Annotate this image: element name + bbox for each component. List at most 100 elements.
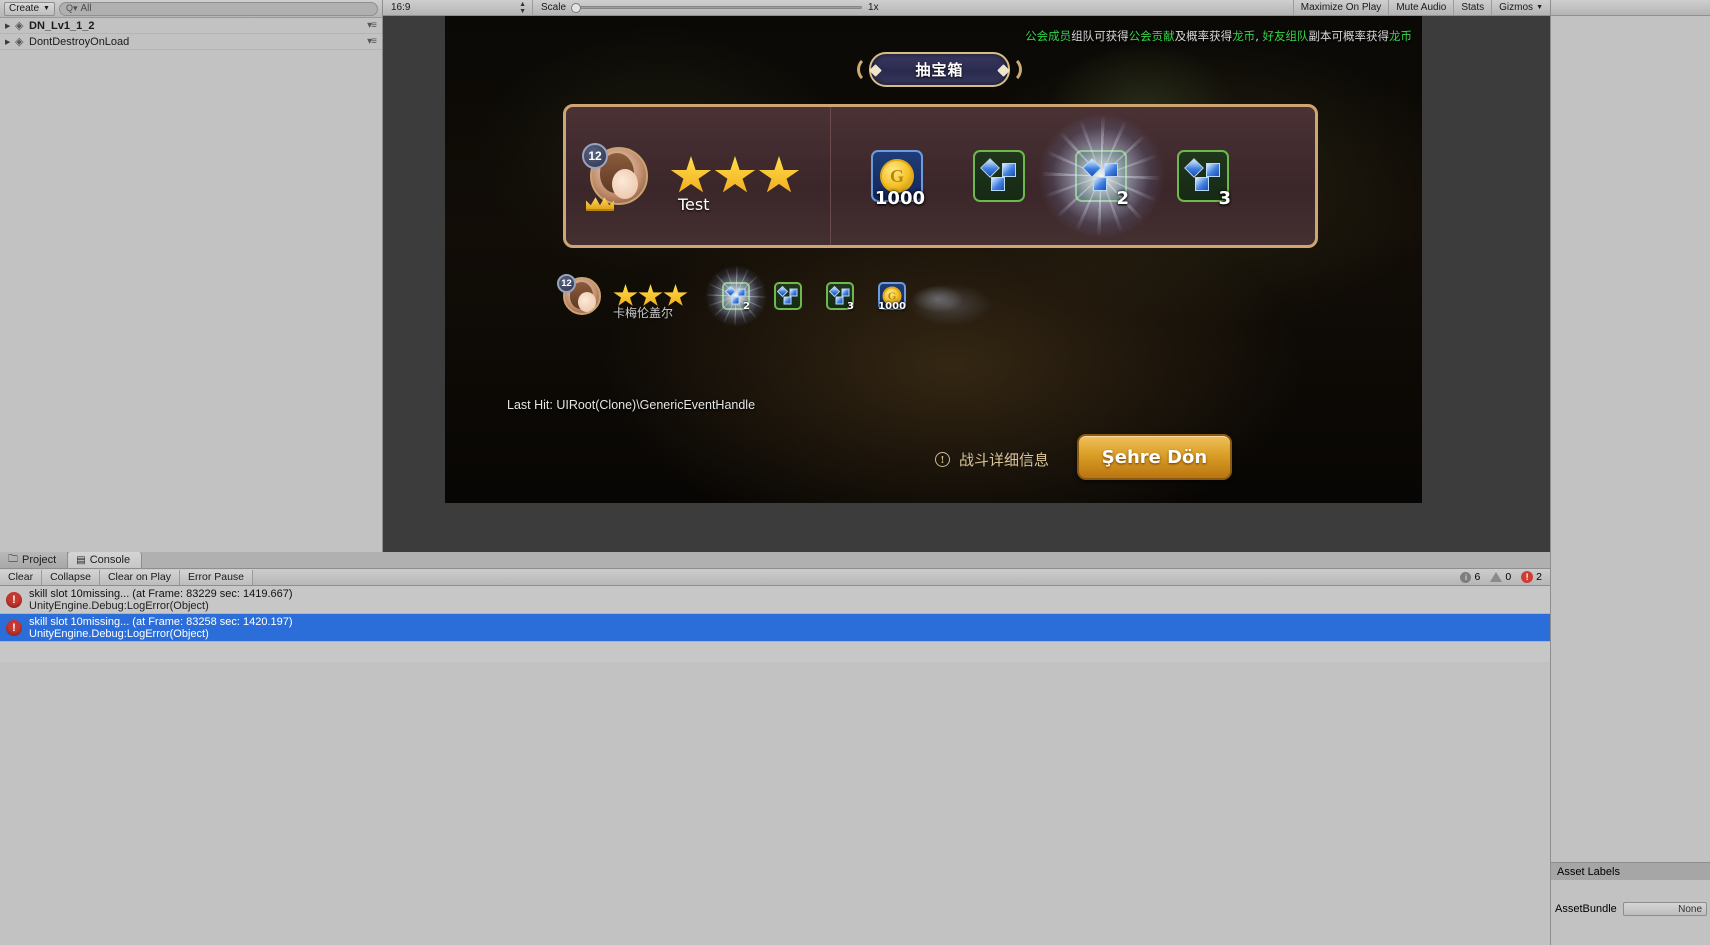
reward-item-gem-3[interactable]: 3 [1177,150,1231,209]
hierarchy-search-placeholder: All [80,3,92,14]
error-icon: ! [1521,571,1534,583]
expand-triangle-icon[interactable]: ▶ [5,38,15,46]
game-view-panel: 16:9 ▲ ▼ Scale 1x Maximize On Play Mute A… [383,0,1550,552]
ticker-seg-3: 及概率获得 [1174,29,1233,43]
error-icon [6,591,22,608]
assetbundle-row: AssetBundle None [1551,900,1710,918]
ticker-seg-1: 组队可获得 [1071,29,1129,43]
aspect-ratio-dropdown[interactable]: 16:9 ▲ ▼ [383,0,533,15]
avatar[interactable]: 12 [557,274,601,315]
expand-triangle-icon[interactable]: ▶ [5,22,15,30]
tab-project[interactable]: 🗀 Project [0,552,69,568]
asset-labels-header[interactable]: Asset Labels [1551,862,1710,880]
tab-project-label: Project [22,554,57,566]
tab-console[interactable]: ▤ Console [68,552,143,568]
reward-count: 3 [847,301,854,312]
scale-slider-knob[interactable] [571,3,582,13]
log-entry[interactable]: skill slot 10missing... (at Frame: 83229… [0,586,1550,614]
reward-item-small-gem-1[interactable]: 2 [701,262,771,330]
maximize-on-play-toggle[interactable]: Maximize On Play [1292,0,1389,15]
gem-shard-icon [1184,158,1204,178]
error-counter[interactable]: ! 2 [1521,571,1542,583]
return-to-city-button[interactable]: Şehre Dön [1077,434,1232,480]
scale-slider[interactable] [571,3,863,13]
log-source: UnityEngine.Debug:LogError(Object) [29,599,209,612]
clear-on-play-toggle[interactable]: Clear on Play [99,569,180,585]
game-canvas[interactable]: 公会成员组队可获得公会贡献及概率获得龙币, 好友组队副本可概率获得龙币 抽宝箱 … [445,16,1422,503]
chevron-updown-icon: ▲ ▼ [519,0,526,15]
gem-shard-icon [1206,163,1220,177]
gem-shard-icon [1195,177,1209,191]
note-icon: i [1460,571,1472,583]
gizmos-toggle[interactable]: Gizmos ▼ [1491,0,1550,15]
scene-menu-icon[interactable]: ▾≡ [367,36,377,47]
game-view-toolbar: 16:9 ▲ ▼ Scale 1x Maximize On Play Mute A… [383,0,1550,16]
reward-count: 2 [743,301,750,312]
log-source: UnityEngine.Debug:LogError(Object) [29,627,209,640]
gem-shard-icon [776,285,789,298]
stats-toggle[interactable]: Stats [1453,0,1491,15]
star-icon [714,156,756,193]
hierarchy-row-dontdestroy[interactable]: ▶ ◈ DontDestroyOnLoad ▾≡ [0,34,382,50]
hierarchy-empty-area[interactable] [0,52,382,552]
reward-item-gem-1[interactable] [973,150,1025,202]
gem-shard-icon [731,296,740,305]
hierarchy-row-label: DN_Lv1_1_2 [29,19,95,32]
reward-item-small-gem-3[interactable]: 3 [826,282,854,312]
console-log-list[interactable]: skill slot 10missing... (at Frame: 83229… [0,586,1550,662]
hierarchy-search-input[interactable]: Q▾ All [58,1,378,16]
dialog-title-plate: 抽宝箱 [869,52,1010,87]
reward-item-gem-2[interactable]: 2 [1031,109,1171,243]
last-hit-debug-text: Last Hit: UIRoot(Clone)\GenericEventHand… [507,398,756,412]
log-message: skill slot 10missing... (at Frame: 83258… [29,615,293,628]
hierarchy-row-scene[interactable]: ▶ ◈ DN_Lv1_1_2 ▾≡ [0,18,382,34]
clear-button[interactable]: Clear [0,569,43,585]
info-exclamation-icon: ! [935,452,950,467]
ticker-seg-8: 龙币 [1389,29,1412,43]
avatar[interactable]: 12 [582,143,648,211]
gem-shard-icon [828,285,841,298]
battle-detail-label: 战斗详细信息 [959,451,1050,469]
reward-count: 3 [1218,188,1231,209]
return-to-city-label: Şehre Dön [1101,446,1208,468]
note-count: 6 [1474,571,1481,583]
reward-item-gold[interactable]: 1000 [871,150,925,209]
warning-counter[interactable]: 0 [1490,571,1511,583]
log-entry[interactable]: skill slot 10missing... (at Frame: 83258… [0,614,1550,642]
gem-shard-icon [737,288,746,297]
scale-slider-group[interactable]: Scale 1x [533,0,887,15]
battle-detail-link[interactable]: ! 战斗详细信息 [935,449,1049,470]
ticker-seg-0: 公会成员 [1025,29,1072,43]
error-pause-toggle[interactable]: Error Pause [179,569,254,585]
assetbundle-dropdown[interactable]: None [1622,902,1707,916]
inspector-panel: Asset Labels AssetBundle None [1550,0,1710,945]
reward-item-small-gold[interactable]: 1000 [878,282,906,312]
gizmos-label: Gizmos [1499,2,1534,13]
scale-label: Scale [541,2,567,13]
main-reward-items: 1000 [831,107,1315,245]
create-button[interactable]: Create ▼ [4,1,55,16]
ticker-seg-2: 公会贡献 [1128,29,1175,43]
warning-count: 0 [1505,571,1512,583]
reward-count: 2 [1116,188,1129,209]
gem-cluster-icon [980,158,1016,191]
dialog-title-banner: 抽宝箱 [857,52,1022,87]
main-player-section: 12 Test [566,107,831,245]
console-tab-bar: 🗀 Project ▤ Console [0,552,1550,569]
dialog-title-text: 抽宝箱 [915,61,964,79]
search-icon: Q▾ [65,3,78,13]
unity-scene-icon: ◈ [15,36,24,48]
ticker-seg-7: 副本可概率获得 [1308,29,1390,43]
gem-shard-icon [991,177,1005,191]
scene-background [445,16,1422,503]
game-view-toggles: Maximize On Play Mute Audio Stats Gizmos… [1292,0,1550,15]
reward-item-small-gem-2[interactable] [774,282,802,310]
tab-console-label: Console [89,554,131,566]
mute-audio-toggle[interactable]: Mute Audio [1388,0,1453,15]
note-counter[interactable]: i 6 [1460,571,1480,583]
folder-icon: 🗀 [8,553,18,565]
scene-menu-icon[interactable]: ▾≡ [367,20,377,31]
collapse-toggle[interactable]: Collapse [42,569,100,585]
hierarchy-panel: Create ▼ Q▾ All ▶ ◈ DN_Lv1_1_2 ▾≡ ▶ ◈ Do… [0,0,383,552]
gem-cluster-icon [1184,158,1220,191]
